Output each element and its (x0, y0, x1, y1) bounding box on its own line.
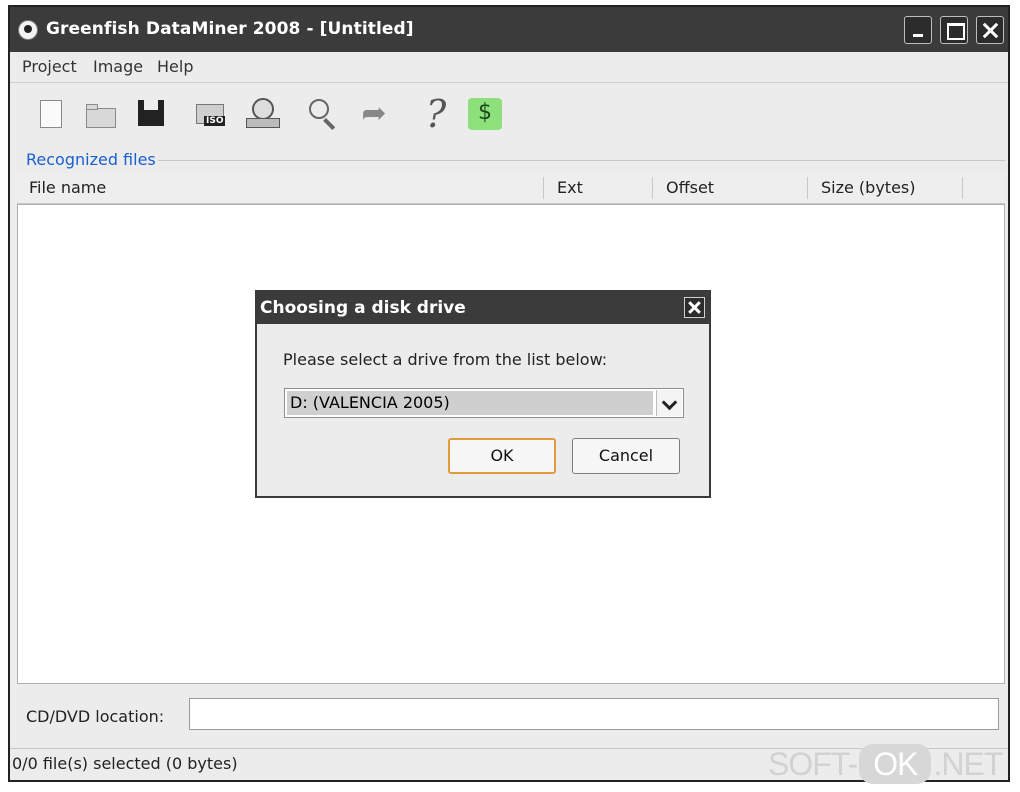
column-offset[interactable]: Offset (666, 178, 714, 197)
drive-select[interactable]: D: (VALENCIA 2005) (284, 388, 684, 418)
open-folder-icon[interactable] (84, 96, 120, 132)
toolbar: ISO ➦ ? $ (10, 83, 1008, 149)
iso-label: ISO (204, 116, 226, 126)
menu-project[interactable]: Project (22, 57, 77, 76)
save-icon[interactable] (134, 96, 170, 132)
recognized-files-label: Recognized files (26, 150, 158, 169)
cancel-button[interactable]: Cancel (572, 438, 680, 474)
drive-dialog: Choosing a disk drive Please select a dr… (255, 290, 711, 498)
dollar-icon[interactable]: $ (466, 96, 502, 132)
watermark-mid: OK (859, 744, 932, 784)
dollar-glyph: $ (478, 100, 492, 125)
maximize-button[interactable] (940, 16, 968, 44)
menu-help[interactable]: Help (157, 57, 193, 76)
column-ext[interactable]: Ext (557, 178, 583, 197)
group-divider (150, 160, 1005, 161)
title-bar[interactable]: Greenfish DataMiner 2008 - [Untitled] (10, 7, 1008, 52)
column-separator[interactable] (807, 177, 808, 199)
location-label: CD/DVD location: (26, 707, 165, 726)
watermark: SOFT- OK .NET (768, 742, 1014, 786)
help-icon[interactable]: ? (418, 95, 454, 133)
column-separator[interactable] (962, 177, 963, 199)
new-document-icon[interactable] (36, 96, 72, 132)
close-button[interactable] (976, 16, 1004, 44)
search-icon[interactable] (306, 96, 342, 132)
dialog-close-button[interactable] (684, 297, 705, 318)
file-list-header: File name Ext Offset Size (bytes) (17, 173, 1005, 204)
ok-button[interactable]: OK (448, 438, 556, 474)
drive-select-value: D: (VALENCIA 2005) (287, 391, 653, 415)
chevron-down-icon[interactable] (656, 390, 682, 416)
column-separator[interactable] (652, 177, 653, 199)
status-text: 0/0 file(s) selected (0 bytes) (12, 754, 238, 773)
minimize-button[interactable] (904, 16, 932, 44)
disk-drive-icon[interactable] (244, 96, 280, 132)
dialog-prompt: Please select a drive from the list belo… (283, 350, 608, 369)
app-icon[interactable] (18, 20, 38, 40)
window-title: Greenfish DataMiner 2008 - [Untitled] (46, 19, 414, 39)
column-file-name[interactable]: File name (29, 178, 106, 197)
location-input[interactable] (189, 698, 999, 730)
menu-image[interactable]: Image (93, 57, 143, 76)
watermark-left: SOFT- (768, 746, 858, 782)
redo-arrow-icon[interactable]: ➦ (356, 96, 392, 132)
column-size[interactable]: Size (bytes) (821, 178, 916, 197)
column-separator[interactable] (543, 177, 544, 199)
dialog-title-bar[interactable]: Choosing a disk drive (257, 292, 709, 324)
watermark-right: .NET (933, 746, 1003, 782)
dialog-title: Choosing a disk drive (260, 298, 466, 318)
iso-image-icon[interactable]: ISO (194, 96, 230, 132)
menu-bar: Project Image Help (10, 52, 1008, 83)
